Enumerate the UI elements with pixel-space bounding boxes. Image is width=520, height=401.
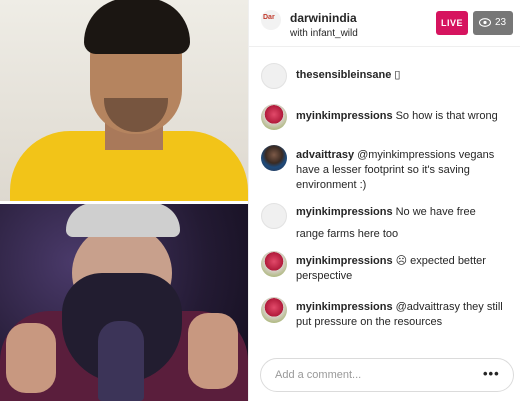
- comment-username[interactable]: thesensibleinsane: [296, 69, 391, 81]
- comment-item: advaittrasy @myinkimpressions vegans have…: [261, 145, 513, 191]
- commenter-avatar[interactable]: [261, 145, 287, 171]
- comment-username[interactable]: myinkimpressions: [296, 110, 393, 122]
- comment-item: myinkimpressions ☹ expected better perspe…: [261, 251, 513, 283]
- commenter-avatar[interactable]: [261, 203, 287, 229]
- comment-item: myinkimpressions No we have free range fa…: [261, 203, 513, 243]
- comment-input[interactable]: [275, 366, 475, 384]
- comment-username[interactable]: myinkimpressions: [296, 206, 393, 218]
- host-video-feed: [0, 0, 248, 203]
- comment-text: So how is that wrong: [395, 110, 498, 122]
- live-chat-panel: Dar darwinindia with infant_wild LIVE 23…: [248, 0, 520, 401]
- commenter-avatar[interactable]: [261, 63, 287, 89]
- comment-item: thesensibleinsane ▯: [261, 63, 513, 89]
- guest-subtitle[interactable]: with infant_wild: [290, 28, 358, 39]
- more-options-icon[interactable]: •••: [483, 367, 499, 381]
- viewer-count-badge[interactable]: 23: [473, 11, 513, 35]
- host-username[interactable]: darwinindia: [290, 11, 357, 25]
- comment-item: myinkimpressions @advaittrasy they still …: [261, 297, 513, 329]
- commenter-avatar[interactable]: [261, 297, 287, 323]
- guest-video-feed: [0, 203, 248, 401]
- live-header: Dar darwinindia with infant_wild LIVE 23: [249, 0, 520, 47]
- host-avatar-text: Dar: [263, 14, 275, 21]
- comment-username[interactable]: advaittrasy: [296, 149, 354, 161]
- comment-username[interactable]: myinkimpressions: [296, 301, 393, 313]
- live-badge: LIVE: [436, 11, 468, 35]
- eye-icon: [479, 18, 491, 27]
- comment-text: ▯: [394, 69, 401, 81]
- comment-username[interactable]: myinkimpressions: [296, 255, 393, 267]
- video-divider: [0, 201, 248, 204]
- commenter-avatar[interactable]: [261, 251, 287, 277]
- comment-composer[interactable]: •••: [260, 358, 514, 392]
- comment-item: myinkimpressions So how is that wrong: [261, 104, 513, 130]
- commenter-avatar[interactable]: [261, 104, 287, 130]
- viewer-count: 23: [495, 17, 507, 28]
- host-avatar[interactable]: Dar: [261, 10, 281, 30]
